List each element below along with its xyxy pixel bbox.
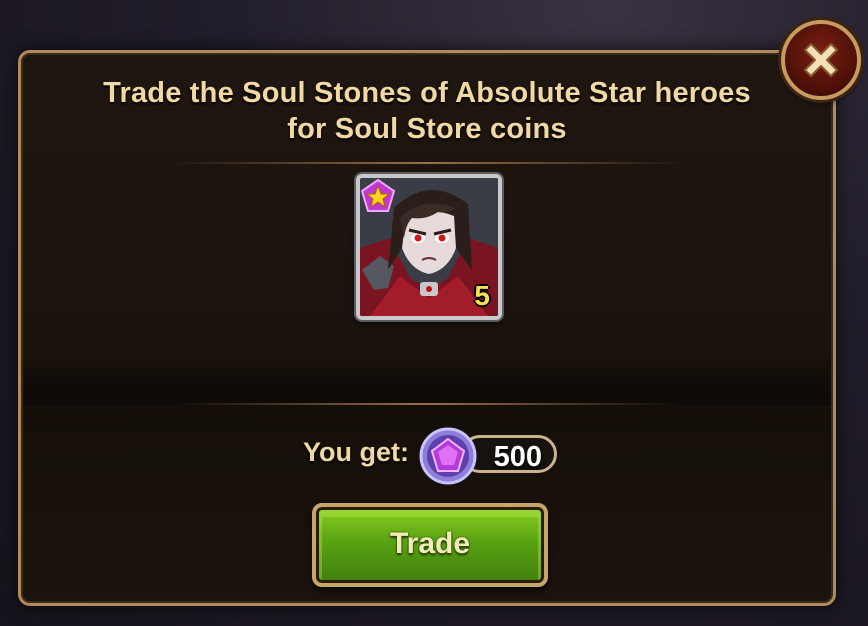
coin-amount: 500 [493, 441, 542, 473]
close-x-icon [804, 43, 838, 77]
close-button[interactable] [781, 20, 861, 100]
trade-button[interactable]: Trade [312, 503, 548, 587]
star-pentagon-icon [360, 178, 396, 212]
top-divider [171, 162, 683, 164]
reward-row: You get: 500 [21, 423, 833, 485]
dialog-title: Trade the Soul Stones of Absolute Star h… [103, 77, 751, 145]
trade-button-label: Trade [389, 527, 471, 560]
reward-band [24, 345, 830, 405]
bottom-divider [171, 403, 683, 405]
hero-level: 5 [474, 280, 490, 311]
hero-card[interactable]: 5 [356, 174, 502, 320]
trade-dialog: Trade the Soul Stones of Absolute Star h… [18, 50, 836, 606]
reward-label: You get: [303, 437, 409, 467]
soul-store-coin-icon [419, 427, 477, 485]
